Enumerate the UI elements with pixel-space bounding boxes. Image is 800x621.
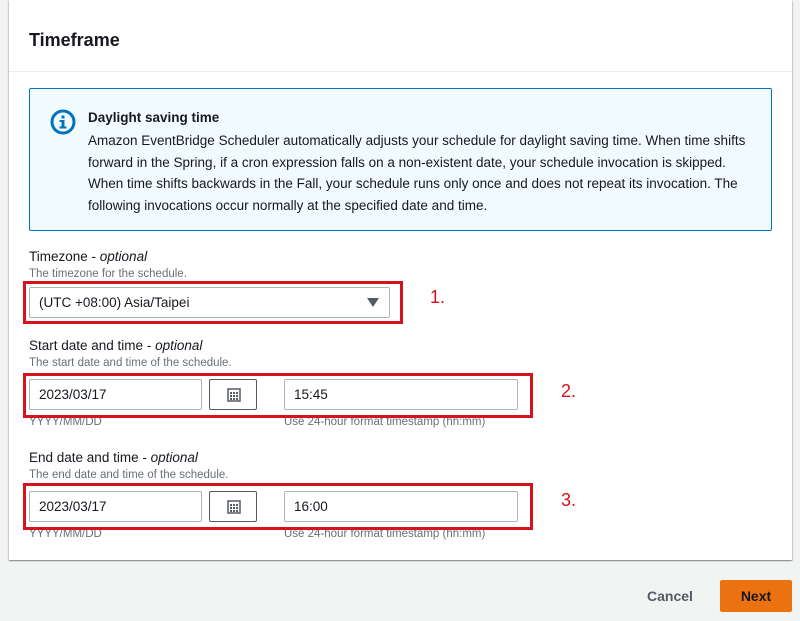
- timezone-label-text: Timezone -: [29, 249, 100, 264]
- timezone-optional: optional: [99, 249, 148, 264]
- next-button[interactable]: Next: [720, 580, 792, 612]
- start-label-text: Start date and time -: [29, 338, 156, 353]
- annotation-box-timezone: [23, 281, 403, 324]
- timeframe-panel: Timeframe Daylight saving time Amazon Ev…: [9, 0, 792, 560]
- start-description: The start date and time of the schedule.: [29, 357, 232, 369]
- cancel-button[interactable]: Cancel: [632, 580, 708, 612]
- info-icon: [50, 109, 76, 135]
- panel-header: Timeframe: [9, 0, 792, 72]
- annotation-box-start: [23, 373, 533, 418]
- timezone-label: Timezone - optional: [29, 249, 147, 264]
- timezone-description: The timezone for the schedule.: [29, 268, 187, 280]
- info-text: Amazon EventBridge Scheduler automatical…: [88, 133, 746, 213]
- start-label: Start date and time - optional: [29, 338, 202, 353]
- end-label: End date and time - optional: [29, 450, 198, 465]
- end-label-text: End date and time -: [29, 450, 151, 465]
- annotation-number-3: 3.: [561, 490, 577, 510]
- info-title: Daylight saving time: [88, 110, 220, 125]
- end-description: The end date and time of the schedule.: [29, 469, 229, 481]
- start-optional: optional: [155, 338, 203, 353]
- annotation-box-end: [23, 483, 533, 530]
- panel-title: Timeframe: [29, 30, 120, 50]
- dst-info-alert: Daylight saving time Amazon EventBridge …: [29, 88, 772, 231]
- end-optional: optional: [150, 450, 198, 465]
- annotation-number-2: 2.: [561, 381, 577, 401]
- annotation-number-1: 1.: [430, 287, 446, 307]
